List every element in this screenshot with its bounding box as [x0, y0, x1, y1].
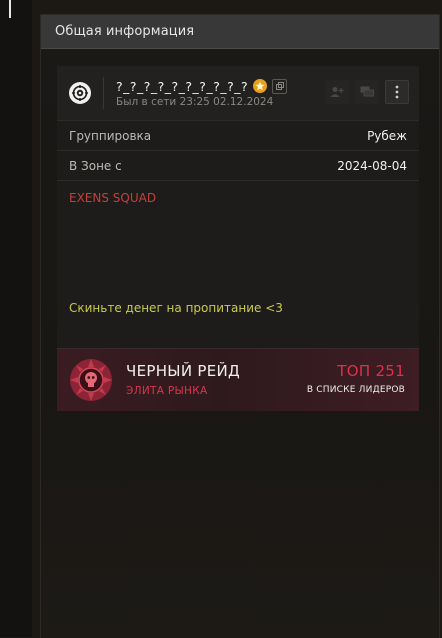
name-line: ?_?_?_?_?_?_?_?_?_? — [116, 78, 288, 94]
info-row-faction: Группировка Рубеж — [57, 121, 419, 151]
raid-emblem-icon — [70, 359, 112, 401]
black-raid-banner[interactable]: ЧЕРНЫЙ РЕЙД ЭЛИТА РЫНКА ТОП 251 В СПИСКЕ… — [57, 348, 419, 411]
copy-icon[interactable] — [272, 78, 288, 94]
info-label: В Зоне с — [69, 158, 122, 173]
info-row-zone-since: В Зоне с 2024-08-04 — [57, 151, 419, 181]
info-value: 2024-08-04 — [337, 158, 407, 173]
raid-name: ЧЕРНЫЙ РЕЙД — [126, 362, 241, 380]
bio-title: EXENS SQUAD — [69, 191, 157, 205]
more-vertical-icon — [395, 85, 399, 99]
bio-section: EXENS SQUAD Скиньте денег на пропитание … — [57, 181, 419, 341]
player-name: ?_?_?_?_?_?_?_?_?_? — [116, 78, 249, 94]
left-strip — [0, 0, 32, 637]
chat-icon — [360, 86, 374, 97]
panel-title: Общая информация — [55, 24, 195, 39]
raid-rank-caption: В СПИСКЕ ЛИДЕРОВ — [306, 385, 405, 395]
last-seen: Был в сети 23:25 02.12.2024 — [116, 95, 274, 108]
divider — [103, 77, 104, 109]
window-edge-marker — [9, 0, 11, 18]
profile-row: ?_?_?_?_?_?_?_?_?_? Был в сети 23:25 02.… — [57, 66, 419, 121]
raid-subtitle: ЭЛИТА РЫНКА — [126, 385, 208, 397]
profile-card: ?_?_?_?_?_?_?_?_?_? Был в сети 23:25 02.… — [57, 66, 419, 411]
general-info-panel: Общая информация ?_?_?_?_?_?_?_?_?_? Был… — [40, 14, 440, 638]
info-value: Рубеж — [367, 128, 407, 143]
info-label: Группировка — [69, 128, 152, 143]
more-button[interactable] — [385, 80, 409, 104]
message-button[interactable] — [355, 80, 379, 104]
avatar[interactable] — [69, 82, 91, 104]
add-friend-button[interactable] — [325, 80, 349, 104]
bio-note: Скиньте денег на пропитание <3 — [69, 301, 283, 315]
panel-header: Общая информация — [41, 15, 439, 49]
gold-badge-icon — [253, 79, 268, 93]
profile-actions — [325, 80, 409, 104]
target-emblem-icon — [72, 85, 88, 101]
name-block: ?_?_?_?_?_?_?_?_?_? Был в сети 23:25 02.… — [116, 78, 288, 108]
add-friend-icon — [330, 87, 344, 97]
raid-rank: ТОП 251 — [337, 362, 405, 380]
